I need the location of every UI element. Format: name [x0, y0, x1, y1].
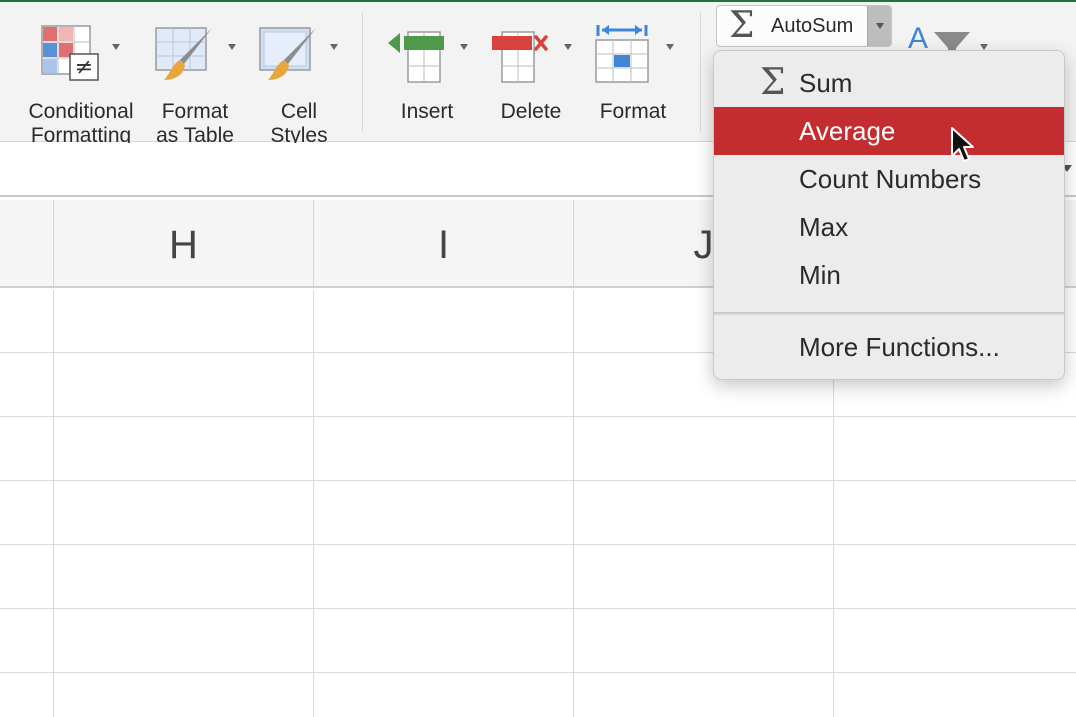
grid-row-line	[0, 416, 1076, 417]
column-header-h[interactable]: H	[53, 200, 313, 286]
row-header-corner[interactable]	[0, 200, 53, 286]
menu-item-count-numbers[interactable]: Count Numbers	[714, 155, 1064, 203]
column-header-i[interactable]: I	[313, 200, 573, 286]
autosum-dropdown-button[interactable]	[867, 6, 891, 46]
format-cells-icon	[595, 25, 649, 83]
sigma-icon: Σ	[760, 62, 786, 103]
conditional-formatting-icon: ≠	[41, 25, 99, 81]
menu-item-more-functions[interactable]: More Functions...	[714, 323, 1064, 371]
cell-styles-icon	[259, 27, 316, 80]
menu-item-max[interactable]: Max	[714, 203, 1064, 251]
delete-button[interactable]: Delete	[486, 14, 576, 140]
ribbon-divider	[700, 12, 701, 132]
delete-caret-icon[interactable]	[564, 44, 572, 50]
format-button[interactable]: Format	[588, 14, 678, 140]
menu-item-average[interactable]: Average	[714, 107, 1064, 155]
menu-item-label: Min	[799, 260, 841, 290]
svg-text:≠: ≠	[75, 55, 93, 80]
format-as-table-caret-icon[interactable]	[228, 44, 236, 50]
grid-column-line	[313, 290, 314, 717]
grid-column-line	[573, 290, 574, 717]
format-as-table-label: Format as Table	[156, 100, 234, 147]
menu-item-label: Max	[799, 212, 849, 242]
cell-styles-caret-icon[interactable]	[330, 44, 338, 50]
grid-row-line	[0, 480, 1076, 481]
ribbon-divider	[362, 12, 363, 132]
delete-cells-icon	[492, 31, 548, 83]
cell-styles-label: Cell Styles	[270, 100, 328, 147]
grid-row-line	[0, 672, 1076, 673]
format-as-table-icon	[155, 27, 212, 80]
menu-separator	[714, 312, 1064, 315]
ribbon-accent-line	[0, 0, 1076, 2]
format-label: Format	[599, 100, 667, 123]
grid-row-line	[0, 608, 1076, 609]
insert-caret-icon[interactable]	[460, 44, 468, 50]
autosum-menu: Σ Sum Average Count Numbers Max Min More…	[713, 50, 1065, 380]
conditional-formatting-label: Conditional Formatting	[28, 100, 134, 147]
conditional-formatting-button[interactable]: ≠ Conditional Formatting	[20, 14, 142, 147]
insert-cells-icon	[388, 31, 444, 83]
insert-button[interactable]: Insert	[382, 14, 472, 140]
menu-item-label: Count Numbers	[799, 164, 982, 194]
grid-column-line	[53, 290, 54, 717]
conditional-formatting-caret-icon[interactable]	[112, 44, 120, 50]
sigma-icon: Σ	[729, 5, 755, 46]
autosum-button[interactable]: Σ AutoSum	[716, 5, 892, 47]
menu-item-sum[interactable]: Σ Sum	[714, 59, 1064, 107]
autosum-label: AutoSum	[771, 15, 854, 37]
delete-label: Delete	[500, 100, 562, 123]
chevron-down-icon	[876, 23, 884, 29]
mouse-cursor-icon	[951, 127, 974, 162]
menu-item-min[interactable]: Min	[714, 251, 1064, 299]
format-caret-icon[interactable]	[666, 44, 674, 50]
menu-item-label: Average	[799, 116, 896, 146]
grid-row-line	[0, 544, 1076, 545]
menu-item-label: More Functions...	[799, 332, 1000, 362]
format-as-table-button[interactable]: Format as Table	[150, 14, 240, 147]
cell-styles-button[interactable]: Cell Styles	[254, 14, 344, 147]
insert-label: Insert	[400, 100, 454, 123]
menu-item-label: Sum	[799, 68, 853, 98]
